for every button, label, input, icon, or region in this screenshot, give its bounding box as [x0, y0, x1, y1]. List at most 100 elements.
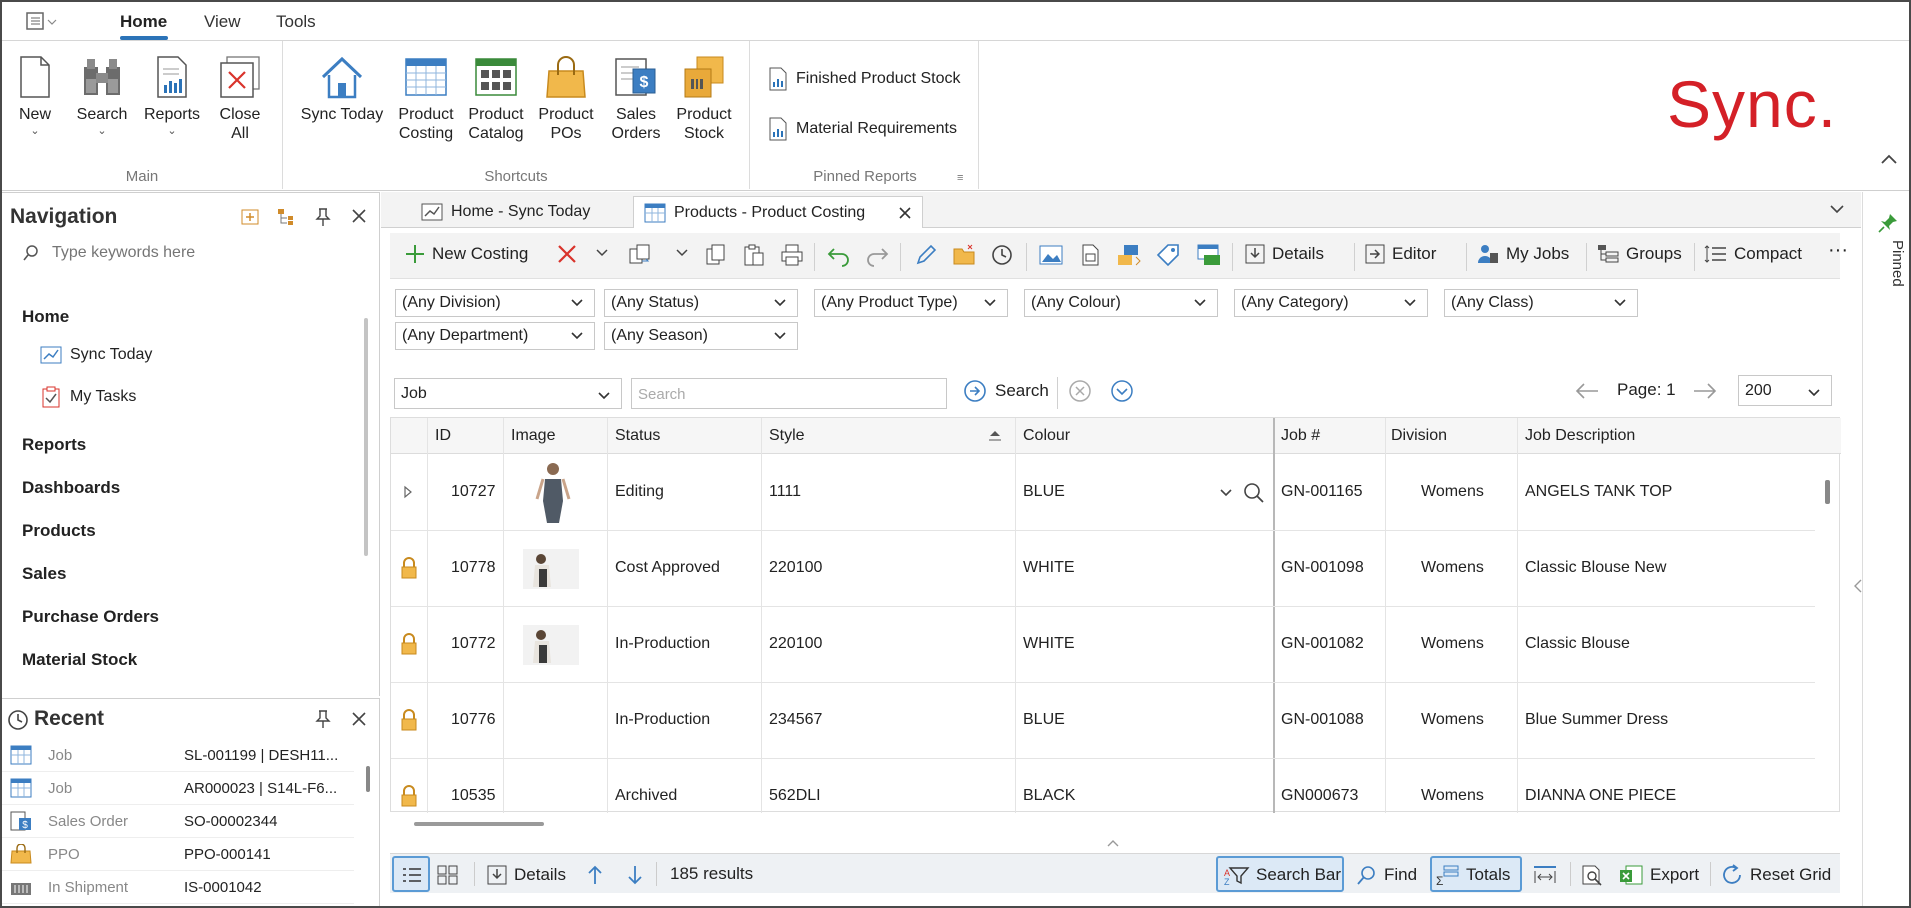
recent-item[interactable]: Job SL-001199 | DESH11...	[2, 739, 354, 772]
app-menu-icon[interactable]	[24, 10, 60, 32]
find-button[interactable]: Find	[1356, 864, 1417, 886]
ribbon-tab-tools[interactable]: Tools	[276, 12, 316, 32]
image-icon[interactable]	[1038, 243, 1064, 267]
search-icon[interactable]	[1243, 482, 1265, 504]
details-toggle-button[interactable]: Details	[486, 864, 566, 886]
tree-view-icon[interactable]	[276, 207, 296, 227]
search-button[interactable]: Search ⌄	[74, 55, 130, 138]
filter-class[interactable]: (Any Class)	[1444, 289, 1638, 317]
reports-button[interactable]: Reports ⌄	[140, 55, 204, 138]
export-button[interactable]: Export	[1618, 864, 1699, 886]
column-header-colour[interactable]: Colour	[1023, 427, 1070, 445]
pinned-label[interactable]: Pinned	[1889, 240, 1906, 287]
next-page-icon[interactable]	[1692, 381, 1718, 401]
recent-scrollbar[interactable]	[366, 766, 370, 792]
ribbon-tab-view[interactable]: View	[204, 12, 241, 32]
card-view-icon[interactable]	[436, 864, 460, 886]
clear-search-icon[interactable]	[1068, 379, 1092, 403]
close-tab-icon[interactable]	[898, 206, 912, 220]
arrow-down-icon[interactable]	[626, 864, 644, 886]
print-icon[interactable]	[780, 243, 804, 267]
filter-status[interactable]: (Any Status)	[604, 289, 798, 317]
nav-item-dashboards[interactable]: Dashboards	[22, 478, 120, 498]
editor-button[interactable]: Editor	[1364, 243, 1436, 265]
colour-dropdown-chevron-icon[interactable]	[1219, 487, 1233, 499]
grid-horizontal-scrollbar[interactable]	[414, 822, 544, 826]
delete-icon[interactable]	[556, 243, 578, 265]
pinned-report-finished-product-stock[interactable]: Finished Product Stock	[768, 67, 961, 91]
nav-item-products[interactable]: Products	[22, 521, 96, 541]
close-icon[interactable]	[350, 207, 368, 225]
groups-button[interactable]: Groups	[1596, 243, 1682, 265]
table-row[interactable]: 10778 Cost Approved 220100 WHITE GN-0010…	[391, 531, 1815, 607]
previous-page-icon[interactable]	[1574, 381, 1600, 401]
ribbon-tab-home[interactable]: Home	[120, 12, 167, 32]
search-input[interactable]: Search	[631, 378, 947, 409]
table-row[interactable]: 10772 In-Production 220100 WHITE GN-0010…	[391, 607, 1815, 683]
close-icon[interactable]	[350, 710, 368, 728]
recent-item[interactable]: PPO PPO-000141	[2, 838, 354, 871]
open-folder-icon[interactable]	[952, 243, 978, 267]
filter-department[interactable]: (Any Department)	[395, 322, 595, 350]
undo-icon[interactable]	[826, 243, 852, 267]
chevron-down-icon[interactable]	[596, 249, 608, 257]
reset-grid-button[interactable]: Reset Grid	[1720, 864, 1831, 886]
column-header-image[interactable]: Image	[511, 427, 555, 445]
pin-green-icon[interactable]	[1877, 212, 1899, 234]
column-header-job-number[interactable]: Job #	[1281, 427, 1320, 445]
tab-products-product-costing[interactable]: Products - Product Costing	[633, 196, 923, 228]
new-button[interactable]: New ⌄	[14, 55, 56, 138]
column-header-job-description[interactable]: Job Description	[1525, 427, 1635, 445]
product-pos-shortcut[interactable]: Product POs	[534, 55, 598, 143]
table-row[interactable]: 10535 Archived 562DLI BLACK GN000673 Wom…	[391, 759, 1815, 813]
sort-ascending-icon[interactable]	[987, 430, 1003, 442]
recent-item[interactable]: In Shipment IS-0001042	[2, 871, 354, 904]
table-row[interactable]: 10776 In-Production 234567 BLUE GN-00108…	[391, 683, 1815, 759]
copy-icon[interactable]	[704, 243, 728, 267]
filter-season[interactable]: (Any Season)	[604, 322, 798, 350]
nav-item-reports[interactable]: Reports	[22, 435, 86, 455]
collapse-ribbon-icon[interactable]	[1880, 153, 1898, 165]
more-options-icon[interactable]: ···	[1828, 239, 1848, 262]
collapse-side-icon[interactable]	[1853, 578, 1863, 594]
tag-icon[interactable]	[1156, 243, 1182, 267]
pin-icon[interactable]	[314, 709, 332, 729]
new-costing-button[interactable]: New Costing	[404, 243, 528, 265]
sales-orders-shortcut[interactable]: $ Sales Orders	[604, 55, 668, 143]
expand-search-icon[interactable]	[1110, 379, 1134, 403]
product-costing-shortcut[interactable]: Product Costing	[394, 55, 458, 143]
costing-sheet-icon[interactable]	[1196, 243, 1222, 267]
navigation-search[interactable]	[22, 244, 362, 262]
column-header-style[interactable]: Style	[769, 427, 805, 445]
search-go-button[interactable]: Search	[963, 379, 1049, 403]
arrow-up-icon[interactable]	[586, 864, 604, 886]
recent-item[interactable]: Job AR000023 | S14L-F6...	[2, 772, 354, 805]
close-all-button[interactable]: Close All	[214, 55, 266, 143]
my-jobs-button[interactable]: My Jobs	[1476, 243, 1569, 265]
group-options-icon[interactable]: ≡	[957, 172, 963, 184]
collapse-footer-icon[interactable]	[1106, 838, 1120, 848]
nav-item-purchase-orders[interactable]: Purchase Orders	[22, 607, 159, 627]
product-catalog-shortcut[interactable]: Product Catalog	[464, 55, 528, 143]
compact-button[interactable]: Compact	[1704, 243, 1802, 265]
chevron-down-icon[interactable]	[676, 249, 688, 257]
print-preview-icon[interactable]	[1580, 864, 1604, 886]
filter-product-type[interactable]: (Any Product Type)	[814, 289, 1008, 317]
copy-to-icon[interactable]	[628, 243, 652, 267]
tab-home-sync-today[interactable]: Home - Sync Today	[411, 196, 600, 228]
column-header-status[interactable]: Status	[615, 427, 660, 445]
grid-vertical-scrollbar[interactable]	[1825, 480, 1830, 504]
page-size-select[interactable]: 200	[1738, 375, 1832, 406]
filter-category[interactable]: (Any Category)	[1234, 289, 1428, 317]
nav-item-home[interactable]: Home	[22, 307, 69, 327]
navigation-search-input[interactable]	[52, 244, 352, 262]
nav-item-sync-today[interactable]: Sync Today	[40, 345, 152, 365]
recent-item[interactable]: $ Sales Order SO-00002344	[2, 805, 354, 838]
column-header-division[interactable]: Division	[1391, 427, 1447, 445]
filter-colour[interactable]: (Any Colour)	[1024, 289, 1218, 317]
expand-all-icon[interactable]	[240, 207, 260, 227]
tab-list-chevron-icon[interactable]	[1829, 204, 1845, 214]
nav-item-sales[interactable]: Sales	[22, 564, 66, 584]
sync-today-shortcut[interactable]: Sync Today	[296, 55, 388, 124]
fit-columns-icon[interactable]	[1532, 864, 1558, 886]
